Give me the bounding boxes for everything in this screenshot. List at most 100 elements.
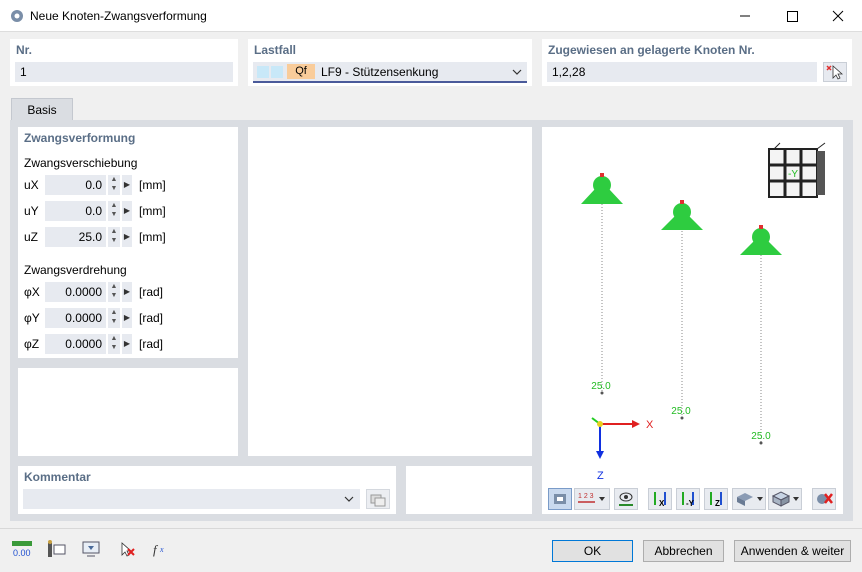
comment-library-icon[interactable]	[366, 489, 390, 509]
verschiebung-title: Zwangsverschiebung	[24, 156, 138, 170]
uz-menu-arrow[interactable]: ▶	[122, 227, 132, 247]
tab-basis[interactable]: Basis	[11, 98, 73, 120]
kommentar-panel: Kommentar	[18, 466, 396, 514]
phix-label: φX	[24, 285, 40, 299]
uy-input[interactable]: 0.0	[45, 201, 106, 221]
view-z-icon[interactable]: Z	[704, 488, 728, 510]
uy-label: uY	[24, 204, 39, 218]
svg-text:Z: Z	[715, 499, 720, 508]
render-mode-icon[interactable]	[732, 488, 766, 510]
phiy-label: φY	[24, 311, 40, 325]
axis-x-label: X	[646, 419, 654, 431]
display-icon[interactable]	[80, 539, 102, 559]
phix-input[interactable]: 0.0000	[45, 282, 106, 302]
verdrehung-title: Zwangsverdrehung	[24, 263, 127, 277]
svg-text:f: f	[153, 542, 159, 557]
phiz-spinner[interactable]: ▲ ▼	[108, 334, 120, 354]
empty-panel-bottom	[406, 466, 532, 514]
phiy-spinner[interactable]: ▲ ▼	[108, 308, 120, 328]
support-marker	[740, 225, 782, 442]
color-swatch	[257, 66, 269, 78]
tab-basis-label: Basis	[27, 103, 57, 117]
color-swatch	[271, 66, 283, 78]
pick-cursor-icon	[826, 65, 844, 80]
bottom-separator	[0, 528, 862, 529]
ux-unit: [mm]	[139, 178, 166, 192]
zwang-panel: Zwangsverformung Zwangsverschiebung uX 0…	[18, 127, 238, 358]
phiz-input[interactable]: 0.0000	[45, 334, 106, 354]
close-icon[interactable]	[826, 4, 850, 28]
phiy-menu-arrow[interactable]: ▶	[122, 308, 132, 328]
category-badge: Qf	[287, 64, 315, 79]
phiy-unit: [rad]	[139, 311, 164, 325]
nr-label: Nr.	[16, 43, 33, 57]
lastfall-select[interactable]: Qf LF9 - Stützensenkung	[253, 62, 527, 83]
viewport-3d[interactable]: -Y 25.0 25.0 25.0 X Z	[542, 127, 843, 514]
nr-panel: Nr. 1	[10, 39, 238, 86]
uz-input[interactable]: 25.0	[45, 227, 106, 247]
support-marker	[661, 200, 703, 417]
phix-spinner[interactable]: ▲ ▼	[108, 282, 120, 302]
svg-text:x: x	[159, 545, 164, 554]
displacement-label: 25.0	[591, 381, 611, 392]
lastfall-label: Lastfall	[254, 43, 297, 57]
phiz-unit: [rad]	[139, 337, 164, 351]
uy-spinner[interactable]: ▲ ▼	[108, 201, 120, 221]
numbering-icon[interactable]: 1 2 3	[574, 488, 610, 510]
displacement-label: 25.0	[671, 406, 691, 417]
support-marker	[581, 173, 623, 392]
uz-unit: [mm]	[139, 230, 166, 244]
uz-spinner[interactable]: ▲ ▼	[108, 227, 120, 247]
display-options-icon[interactable]	[548, 488, 572, 510]
view-mode-icon[interactable]	[614, 488, 638, 510]
view-x-icon[interactable]: X	[648, 488, 672, 510]
ok-button[interactable]: OK	[552, 540, 633, 562]
zugewiesen-panel: Zugewiesen an gelagerte Knoten Nr. 1,2,2…	[542, 39, 852, 86]
uy-menu-arrow[interactable]: ▶	[122, 201, 132, 221]
ux-spinner[interactable]: ▲ ▼	[108, 175, 120, 195]
minimize-icon[interactable]	[733, 4, 757, 28]
chevron-down-icon[interactable]	[343, 493, 355, 505]
apply-continue-button[interactable]: Anwenden & weiter	[734, 540, 851, 562]
zugewiesen-field[interactable]: 1,2,28	[547, 62, 817, 82]
title-bar: Neue Knoten-Zwangsverformung	[0, 0, 862, 32]
uz-label: uZ	[24, 230, 39, 244]
kommentar-label: Kommentar	[24, 470, 91, 484]
view-cube-label: -Y	[788, 169, 798, 180]
phiz-menu-arrow[interactable]: ▶	[122, 334, 132, 354]
lastfall-value: LF9 - Stützensenkung	[321, 65, 439, 79]
lastfall-panel: Lastfall Qf LF9 - Stützensenkung	[248, 39, 532, 86]
kommentar-input[interactable]	[23, 489, 360, 509]
cube-view-icon[interactable]	[768, 488, 802, 510]
nr-field[interactable]: 1	[15, 62, 233, 82]
ux-input[interactable]: 0.0	[45, 175, 106, 195]
svg-text:-Y: -Y	[686, 499, 695, 508]
delete-selection-icon[interactable]	[115, 539, 137, 559]
view-minus-y-icon[interactable]: -Y	[676, 488, 700, 510]
zwang-title: Zwangsverformung	[24, 131, 136, 145]
formula-icon[interactable]: fx	[150, 539, 172, 559]
ux-menu-arrow[interactable]: ▶	[122, 175, 132, 195]
select-nodes-button[interactable]	[823, 62, 847, 82]
units-icon[interactable]: 0.00	[11, 539, 33, 559]
reset-view-icon[interactable]	[812, 488, 836, 510]
uy-unit: [mm]	[139, 204, 166, 218]
svg-text:0.00: 0.00	[13, 548, 31, 558]
zugewiesen-label: Zugewiesen an gelagerte Knoten Nr.	[548, 43, 755, 57]
axis-triad	[591, 417, 640, 459]
info-icon[interactable]	[45, 539, 67, 559]
empty-panel-middle	[248, 127, 532, 456]
phiy-input[interactable]: 0.0000	[45, 308, 106, 328]
phiz-label: φZ	[24, 337, 40, 351]
ux-label: uX	[24, 178, 39, 192]
chevron-down-icon[interactable]	[511, 66, 523, 78]
app-icon	[9, 8, 25, 24]
svg-text:X: X	[659, 499, 665, 508]
empty-panel-left	[18, 368, 238, 456]
cancel-button[interactable]: Abbrechen	[643, 540, 724, 562]
phix-menu-arrow[interactable]: ▶	[122, 282, 132, 302]
phix-unit: [rad]	[139, 285, 164, 299]
window-title: Neue Knoten-Zwangsverformung	[30, 9, 207, 23]
maximize-icon[interactable]	[780, 4, 804, 28]
displacement-label: 25.0	[751, 431, 771, 442]
